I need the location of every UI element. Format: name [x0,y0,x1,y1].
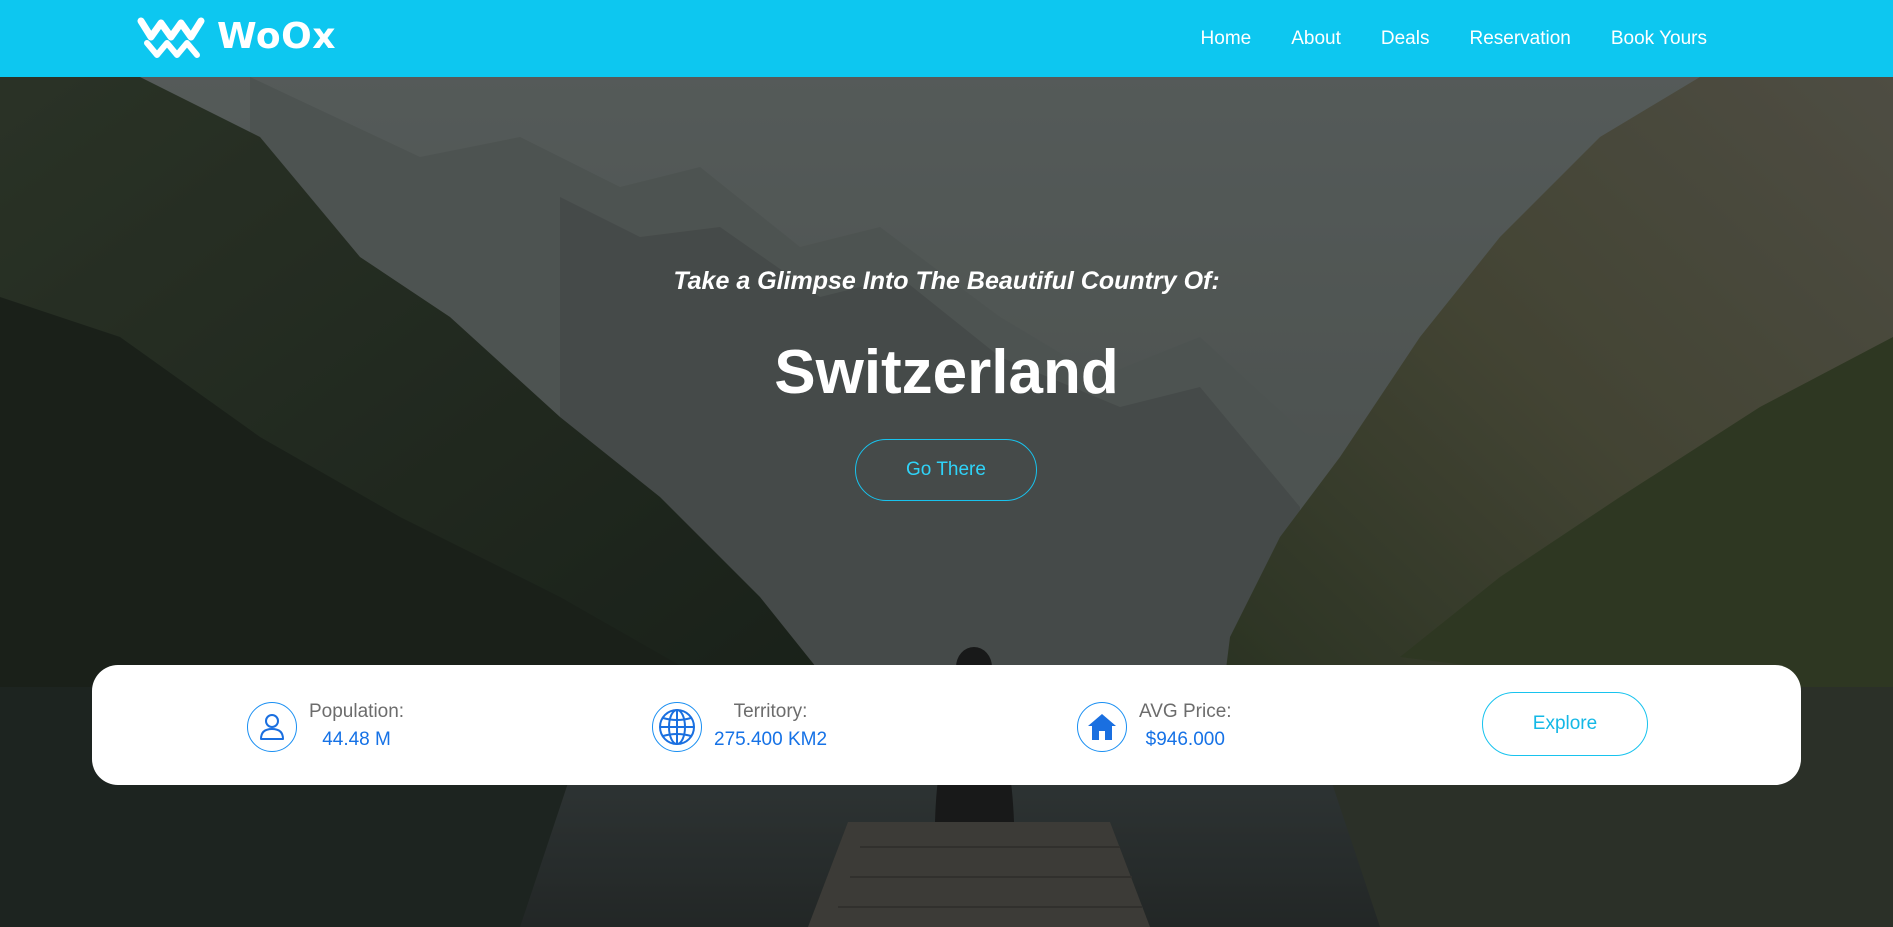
stat-avg-price: AVG Price: $946.000 [1077,699,1232,755]
nav-about[interactable]: About [1291,0,1341,77]
woox-logo-icon [137,17,205,58]
nav-deals[interactable]: Deals [1381,0,1430,77]
brand-name: WoOx [217,16,336,57]
go-there-button[interactable]: Go There [855,439,1037,501]
country-info-card: Population: 44.48 M Territory: 275.400 K… [92,665,1801,785]
stat-population: Population: 44.48 M [247,699,404,755]
stat-territory: Territory: 275.400 KM2 [652,699,827,755]
hero-dark-overlay [0,77,1893,927]
territory-value: 275.400 KM2 [714,729,828,750]
nav-book-yours[interactable]: Book Yours [1611,0,1707,77]
avg-price-value: $946.000 [1145,729,1225,750]
nav-reservation[interactable]: Reservation [1469,0,1570,77]
territory-label: Territory: [733,701,808,722]
home-icon [1077,702,1127,752]
hero-section: Take a Glimpse Into The Beautiful Countr… [0,77,1893,927]
hero-subtitle: Take a Glimpse Into The Beautiful Countr… [673,267,1220,295]
main-nav: Home About Deals Reservation Book Yours [1161,0,1707,77]
explore-button[interactable]: Explore [1482,692,1648,756]
stat-territory-text: Territory: 275.400 KM2 [714,699,827,755]
stat-avg-price-text: AVG Price: $946.000 [1139,699,1232,755]
population-value: 44.48 M [322,729,391,750]
globe-icon [652,702,702,752]
nav-home[interactable]: Home [1201,0,1252,77]
avg-price-label: AVG Price: [1139,701,1232,722]
user-icon [247,702,297,752]
brand-logo[interactable]: WoOx [137,13,336,61]
population-label: Population: [309,701,405,722]
site-header: WoOx Home About Deals Reservation Book Y… [0,0,1893,77]
stat-population-text: Population: 44.48 M [309,699,404,755]
hero-title: Switzerland [774,338,1119,407]
